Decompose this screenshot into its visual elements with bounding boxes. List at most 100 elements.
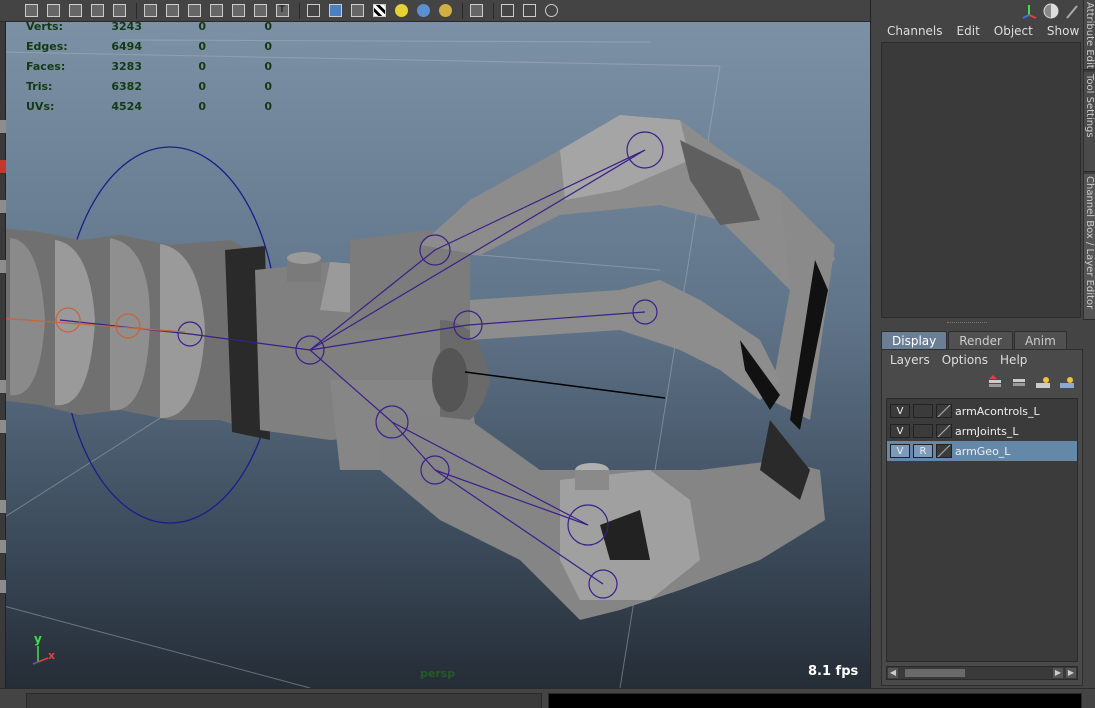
show-menu[interactable]: Show bbox=[1047, 24, 1079, 38]
layer-row-armjoints[interactable]: V armJoints_L bbox=[887, 421, 1077, 441]
channels-menu[interactable]: Channels bbox=[887, 24, 943, 38]
scroll-thumb[interactable] bbox=[905, 669, 965, 677]
hud-label: Tris: bbox=[26, 80, 53, 93]
hud-value: 3243 bbox=[111, 20, 142, 33]
bookmarks-icon[interactable] bbox=[66, 2, 84, 20]
hud-label: Faces: bbox=[26, 60, 66, 73]
channel-box-menu: Channels Edit Object Show bbox=[887, 24, 1079, 38]
toolbar-divider bbox=[136, 2, 137, 19]
grease-pencil-icon[interactable] bbox=[110, 2, 128, 20]
layer-editor-panel: Layers Options Help V armAcontrols_L V a… bbox=[881, 349, 1083, 686]
hud-value: 4524 bbox=[111, 100, 142, 113]
film-gate-icon[interactable] bbox=[163, 2, 181, 20]
hud-value: 0 bbox=[264, 60, 272, 73]
ambient-occlusion-icon[interactable] bbox=[436, 2, 454, 20]
camera-attributes-icon[interactable] bbox=[44, 2, 62, 20]
hud-label: Verts: bbox=[26, 20, 64, 33]
options-menu[interactable]: Options bbox=[942, 353, 988, 367]
channel-box-content bbox=[881, 42, 1081, 318]
move-tool-icon bbox=[1022, 5, 1037, 19]
layer-list-scrollbar[interactable]: ◀ ▶ ▶ bbox=[886, 666, 1078, 680]
layer-row-armacontrols[interactable]: V armAcontrols_L bbox=[887, 401, 1077, 421]
tool-slot[interactable] bbox=[0, 540, 6, 554]
command-line-field[interactable] bbox=[26, 693, 542, 708]
layer-name: armJoints_L bbox=[955, 424, 1019, 438]
reference-toggle[interactable] bbox=[913, 424, 933, 438]
image-plane-icon[interactable] bbox=[88, 2, 106, 20]
edit-menu[interactable]: Edit bbox=[957, 24, 980, 38]
hud-value: 0 bbox=[198, 60, 206, 73]
tool-slot[interactable] bbox=[0, 580, 6, 594]
xray-joints-icon[interactable] bbox=[542, 2, 560, 20]
visibility-toggle[interactable]: V bbox=[890, 444, 910, 458]
layer-name: armGeo_L bbox=[955, 444, 1011, 458]
field-chart-icon[interactable] bbox=[229, 2, 247, 20]
hud-value: 0 bbox=[198, 100, 206, 113]
scroll-left-icon[interactable]: ◀ bbox=[888, 668, 898, 678]
layers-menu[interactable]: Layers bbox=[890, 353, 930, 367]
arm-geometry bbox=[0, 115, 835, 620]
move-layer-down-icon[interactable] bbox=[1010, 375, 1028, 391]
safe-action-icon[interactable] bbox=[251, 2, 269, 20]
hud-value: 0 bbox=[198, 40, 206, 53]
view-axis-indicator: y x bbox=[30, 632, 60, 666]
xray-icon[interactable] bbox=[498, 2, 516, 20]
scroll-end-icon[interactable]: ▶ bbox=[1066, 668, 1076, 678]
tab-render[interactable]: Render bbox=[948, 331, 1013, 350]
hud-label: UVs: bbox=[26, 100, 55, 113]
scroll-right-icon[interactable]: ▶ bbox=[1053, 668, 1063, 678]
visibility-toggle[interactable]: V bbox=[890, 424, 910, 438]
maya-window: T Verts: 3243 0 0 Edges: 6494 0 0 Faces: 3283 0 0 Tr… bbox=[0, 0, 1095, 708]
create-empty-layer-icon[interactable] bbox=[1034, 375, 1052, 391]
reference-toggle[interactable]: R bbox=[913, 444, 933, 458]
tool-slot[interactable] bbox=[0, 120, 6, 134]
visibility-toggle[interactable]: V bbox=[890, 404, 910, 418]
tab-tool-settings[interactable]: Tool Settings bbox=[1084, 72, 1095, 172]
tab-attribute-editor[interactable]: Attribute Editor bbox=[1084, 0, 1095, 70]
lighting-icon[interactable] bbox=[392, 2, 410, 20]
hud-value: 0 bbox=[264, 80, 272, 93]
tab-channel-box-layer-editor[interactable]: Channel Box / Layer Editor bbox=[1084, 174, 1095, 320]
layer-color-swatch[interactable] bbox=[936, 444, 952, 458]
hud-value: 0 bbox=[198, 20, 206, 33]
tool-slot[interactable] bbox=[0, 380, 6, 394]
resolution-gate-icon[interactable] bbox=[185, 2, 203, 20]
axis-lines bbox=[32, 646, 49, 665]
tool-slot[interactable] bbox=[0, 200, 6, 214]
tab-display[interactable]: Display bbox=[881, 331, 948, 350]
create-layer-from-selected-icon[interactable] bbox=[1058, 375, 1076, 391]
camera-select-icon[interactable] bbox=[22, 2, 40, 20]
panel-splitter[interactable] bbox=[871, 320, 1095, 328]
tool-slot[interactable] bbox=[0, 500, 6, 514]
help-menu[interactable]: Help bbox=[1000, 353, 1027, 367]
tool-slot[interactable] bbox=[0, 260, 6, 274]
layer-color-swatch[interactable] bbox=[936, 424, 952, 438]
hud-value: 6494 bbox=[111, 40, 142, 53]
safe-title-icon[interactable]: T bbox=[273, 2, 291, 20]
layer-color-swatch[interactable] bbox=[936, 404, 952, 418]
object-menu[interactable]: Object bbox=[994, 24, 1033, 38]
wireframe-icon[interactable] bbox=[304, 2, 322, 20]
panel-top-icons bbox=[1021, 2, 1081, 20]
left-tool-strip bbox=[0, 20, 6, 688]
perspective-viewport[interactable]: T Verts: 3243 0 0 Edges: 6494 0 0 Faces: 3283 0 0 Tr… bbox=[0, 0, 871, 688]
shadows-icon[interactable] bbox=[414, 2, 432, 20]
tool-slot[interactable] bbox=[0, 420, 6, 434]
xray-active-icon[interactable] bbox=[520, 2, 538, 20]
reference-toggle[interactable] bbox=[913, 404, 933, 418]
layer-list: V armAcontrols_L V armJoints_L V R armGe… bbox=[886, 398, 1078, 662]
smooth-shade-icon[interactable] bbox=[326, 2, 344, 20]
textured-icon[interactable] bbox=[370, 2, 388, 20]
layer-row-armgeo[interactable]: V R armGeo_L bbox=[887, 441, 1077, 461]
gate-mask-icon[interactable] bbox=[207, 2, 225, 20]
wireframe-on-shaded-icon[interactable] bbox=[348, 2, 366, 20]
hud-value: 6382 bbox=[111, 80, 142, 93]
hud-value: 0 bbox=[264, 40, 272, 53]
tool-slot-active[interactable] bbox=[0, 160, 6, 174]
move-layer-up-icon[interactable] bbox=[986, 375, 1004, 391]
isolate-select-icon[interactable] bbox=[467, 2, 485, 20]
tab-anim[interactable]: Anim bbox=[1013, 331, 1067, 350]
hud-value: 3283 bbox=[111, 60, 142, 73]
toolbar-divider bbox=[493, 2, 494, 19]
grid-icon[interactable] bbox=[141, 2, 159, 20]
